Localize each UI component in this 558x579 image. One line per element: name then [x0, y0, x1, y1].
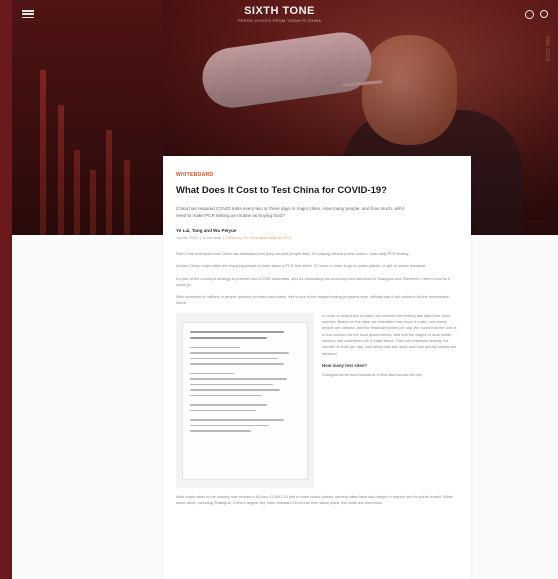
- article-read-time: 8 min read: [203, 236, 222, 240]
- paragraph: Across China, major cities are requiring…: [176, 263, 427, 269]
- paragraph: Shanghai alone has thousands of test sit…: [322, 371, 423, 377]
- user-icon[interactable]: [524, 9, 534, 19]
- article-card: WHITEBOARD What Does It Cost to Test Chi…: [163, 156, 471, 579]
- logo-tagline: FRESH VOICES FROM TODAY'S CHINA: [237, 18, 322, 23]
- article-summary: China has required COVID tests every two…: [176, 206, 405, 218]
- article-title: What Does It Cost to Test China for COVI…: [176, 185, 387, 196]
- top-navigation-bar: SIXTH TONE FRESH VOICES FROM TODAY'S CHI…: [12, 0, 558, 28]
- paragraph: Sixth Tone examined how China has estima…: [176, 251, 410, 256]
- closing-paragraph: Most major cities in the country now req…: [176, 493, 453, 506]
- article-meta: Jun 08, 2022 | 8 min read | Photo by Yin…: [176, 236, 292, 240]
- paragraph: With hundreds of millions of people queu…: [176, 294, 450, 306]
- figure-row: In order to keep track of cities, we col…: [176, 312, 459, 488]
- article-date: Jun 08, 2022: [176, 236, 198, 240]
- side-text-column: In order to keep track of cities, we col…: [322, 313, 459, 488]
- hero-side-label: Mar 2023: [544, 36, 550, 62]
- document-image[interactable]: [176, 312, 314, 488]
- section-subhead: How many test sites?: [322, 362, 367, 368]
- paragraph: It's part of the country's strategy to p…: [176, 275, 450, 287]
- left-frame: [0, 0, 12, 579]
- article-category[interactable]: WHITEBOARD: [176, 172, 459, 178]
- site-logo[interactable]: SIXTH TONE FRESH VOICES FROM TODAY'S CHI…: [238, 5, 321, 23]
- document-sheet: [182, 321, 308, 480]
- menu-icon[interactable]: [22, 8, 34, 20]
- article-author[interactable]: Ye Lai, Tang and Wu Peiyue: [176, 228, 459, 233]
- logo-text: SIXTH TONE: [244, 5, 315, 17]
- search-icon[interactable]: [539, 10, 548, 18]
- photo-credit: Photo by Yin / Shanghai Daily via VCG: [226, 236, 292, 240]
- article-page[interactable]: Mar 2023 SIXTH TONE FRESH VOICES FROM TO…: [12, 0, 558, 579]
- side-paragraph: In order to keep track of cities, we col…: [322, 312, 457, 356]
